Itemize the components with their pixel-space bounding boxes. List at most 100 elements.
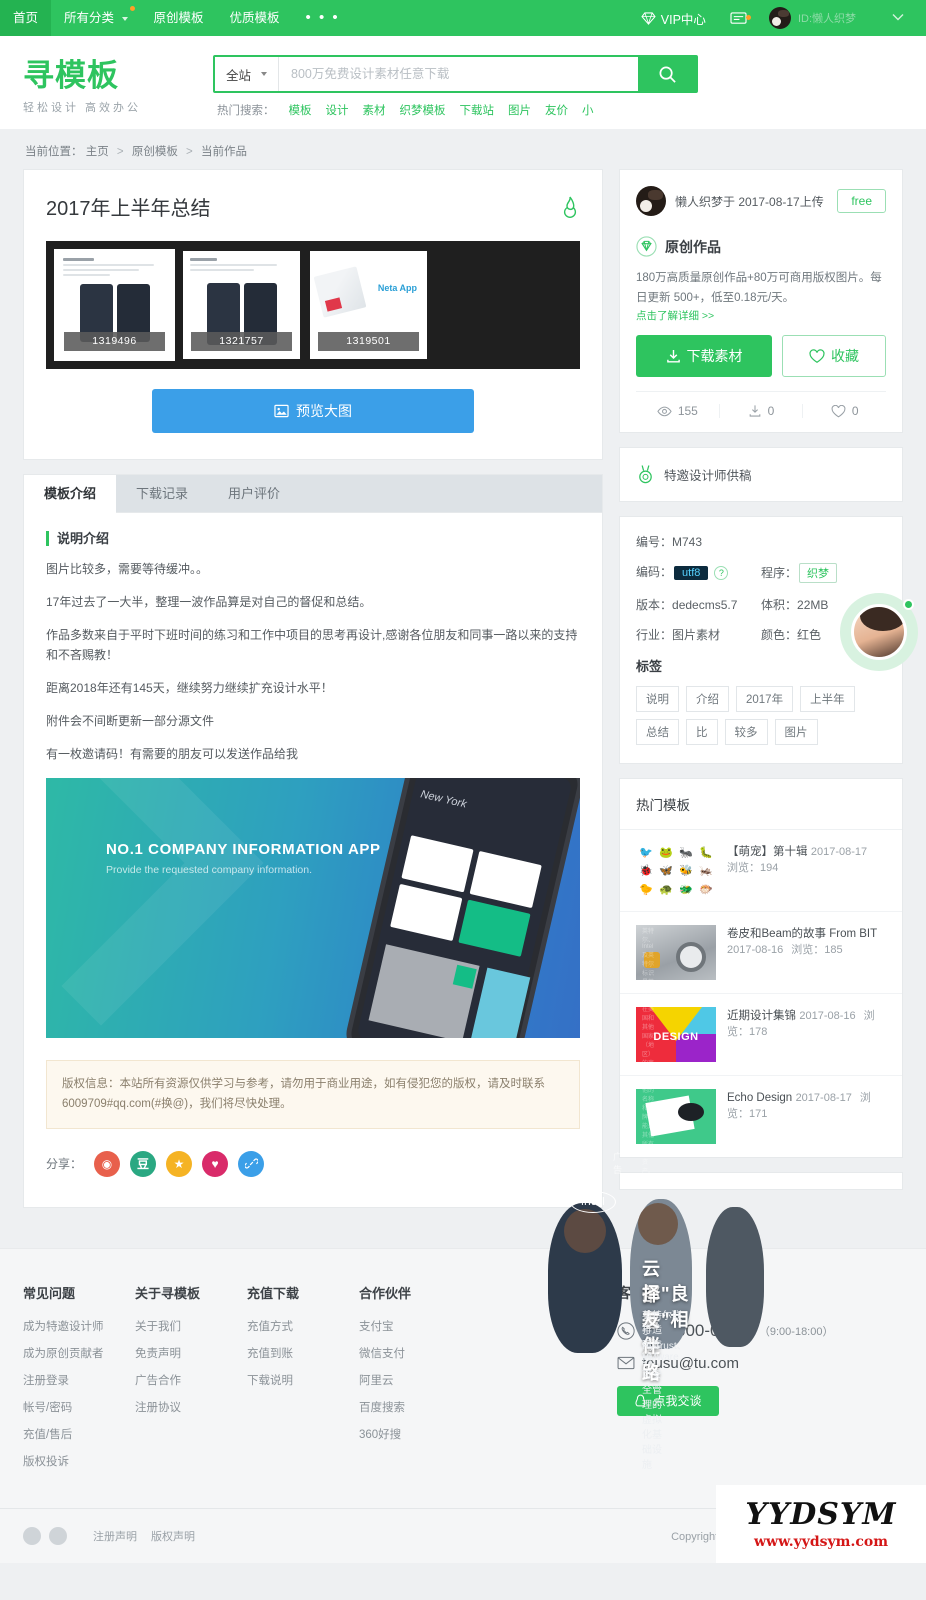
- learn-more-link[interactable]: 点击了解详细 >>: [636, 310, 714, 322]
- tab-template-intro[interactable]: 模板介绍: [24, 475, 117, 513]
- hot-template-item[interactable]: 🐦 🐸 🐜 🐛 🐞 🦋 🐝 🦗 🐤 🐢 🐲 🐡 【萌宠】第十辑 2017-08-17 浏览：194: [620, 830, 902, 913]
- tab-download-records-label: 下载记录: [136, 486, 189, 501]
- douban-glyph: 豆: [137, 1157, 150, 1172]
- uploader-avatar[interactable]: [636, 186, 666, 216]
- tag-item[interactable]: 总结: [636, 719, 679, 746]
- footer-link[interactable]: 360好搜: [359, 1426, 479, 1442]
- like-count-value: 0: [851, 404, 859, 419]
- thumbnail-id-label: 1319501: [318, 332, 419, 351]
- hot-template-item[interactable]: Echo Design 2017-08-17 浏览：171: [620, 1076, 902, 1157]
- help-icon[interactable]: ?: [714, 566, 729, 581]
- spec-cell-number: 编号：M743: [636, 533, 761, 550]
- nav-item-more[interactable]: • • •: [293, 0, 353, 36]
- breadcrumb-item-home[interactable]: 主页: [86, 146, 109, 158]
- thumbnail-item[interactable]: Neta App 1319501: [310, 251, 427, 359]
- hot-keyword-1[interactable]: 设计: [326, 102, 349, 118]
- search-input[interactable]: [279, 57, 638, 91]
- footer-link[interactable]: 注册登录: [23, 1372, 135, 1388]
- hot-flame-icon[interactable]: [560, 196, 580, 218]
- hot-templates-heading: 热门模板: [620, 779, 902, 831]
- download-button[interactable]: 下载素材: [636, 335, 772, 378]
- original-work-title: 原创作品: [665, 238, 721, 255]
- site-logo-text: 寻模板: [23, 58, 119, 94]
- phone-icon: [617, 1321, 635, 1340]
- detail-card: 模板介绍 下载记录 用户评价 说明介绍 图片比较多，需要等待缓冲。。 17年过去…: [23, 474, 603, 1208]
- footer-link[interactable]: 充值方式: [247, 1318, 359, 1334]
- weibo-icon[interactable]: [23, 1526, 41, 1545]
- hot-template-item[interactable]: 卷皮和Beam的故事 From BIT 2017-08-16 浏览：185: [620, 912, 902, 995]
- footer-column-title: 常见问题: [23, 1285, 76, 1301]
- tab-download-records[interactable]: 下载记录: [116, 475, 208, 513]
- tag-item[interactable]: 比: [686, 719, 718, 746]
- copyright-statement-link[interactable]: 版权声明: [151, 1528, 195, 1544]
- footer-link[interactable]: 广告合作: [135, 1372, 247, 1388]
- footer-link[interactable]: 成为原创贡献者: [23, 1345, 135, 1361]
- tag-item[interactable]: 2017年: [736, 686, 794, 713]
- footer-link[interactable]: 充值到账: [247, 1345, 359, 1361]
- favorite-button[interactable]: 收藏: [782, 335, 886, 378]
- footer-link[interactable]: 免责声明: [135, 1345, 247, 1361]
- chat-button[interactable]: 点我交谈: [617, 1385, 719, 1416]
- nav-item-original-templates[interactable]: 原创模板: [141, 0, 217, 36]
- breadcrumb-item-original[interactable]: 原创模板: [132, 146, 178, 158]
- qzone-share-icon[interactable]: ★: [166, 1150, 193, 1177]
- footer-link[interactable]: 支付宝: [359, 1318, 479, 1334]
- tag-item[interactable]: 图片: [774, 719, 818, 746]
- original-work-row: 原创作品: [636, 236, 886, 257]
- search-button[interactable]: [638, 57, 696, 91]
- messages-button[interactable]: [720, 11, 757, 26]
- thumbnail-item[interactable]: 1321757: [183, 251, 300, 359]
- tag-item[interactable]: 介绍: [686, 686, 729, 713]
- user-account-menu[interactable]: ID:懒人织梦: [759, 7, 862, 29]
- tag-item[interactable]: 上半年: [800, 686, 855, 713]
- hot-keyword-3[interactable]: 织梦模板: [400, 102, 446, 118]
- hot-keyword-6[interactable]: 友价: [545, 102, 568, 118]
- hot-keyword-5[interactable]: 图片: [508, 102, 531, 118]
- hot-keyword-2[interactable]: 素材: [363, 102, 386, 118]
- hot-search-row: 热门搜索： 模板 设计 素材 织梦模板 下载站 图片 友价 小: [213, 102, 698, 118]
- footer-link[interactable]: 帐号/密码: [23, 1399, 135, 1415]
- footer-link[interactable]: 阿里云: [359, 1372, 479, 1388]
- thumbnail-item[interactable]: 1319496: [54, 249, 175, 361]
- nav-item-quality-templates[interactable]: 优质模板: [217, 0, 293, 36]
- nav-item-home[interactable]: 首页: [0, 0, 52, 36]
- tab-user-reviews[interactable]: 用户评价: [208, 475, 300, 513]
- site-logo[interactable]: 寻模板 轻松设计 高效办公: [23, 50, 141, 115]
- banner-chevron-decoration: [46, 778, 264, 1026]
- tag-item[interactable]: 较多: [724, 719, 768, 746]
- douban-share-icon[interactable]: 豆: [130, 1150, 157, 1177]
- hot-template-date: 2017-08-16: [727, 944, 784, 957]
- footer-link[interactable]: 注册协议: [135, 1399, 247, 1415]
- customer-service-floating-avatar[interactable]: [840, 593, 918, 672]
- preview-large-image-button[interactable]: 预览大图: [152, 389, 474, 433]
- tag-item[interactable]: 说明: [636, 686, 679, 713]
- footer-link[interactable]: 充值/售后: [23, 1426, 135, 1442]
- footer-link[interactable]: 成为特邀设计师: [23, 1318, 135, 1334]
- footer-link[interactable]: 下载说明: [247, 1372, 359, 1388]
- download-icon: [666, 349, 681, 364]
- nav-item-quality-templates-label: 优质模板: [229, 11, 280, 25]
- spec-value-chip: utf8: [674, 566, 709, 581]
- footer-link[interactable]: 微信支付: [359, 1345, 479, 1361]
- user-menu-chevron[interactable]: [864, 12, 918, 24]
- register-statement-link[interactable]: 注册声明: [93, 1528, 137, 1544]
- footer-link[interactable]: 版权投诉: [23, 1453, 135, 1469]
- footer-link[interactable]: 关于我们: [135, 1318, 247, 1334]
- spec-row: 编号：M743: [636, 533, 886, 550]
- qq-share-icon[interactable]: ♥: [202, 1150, 229, 1177]
- wechat-icon[interactable]: [49, 1526, 67, 1545]
- description-paragraph: 作品多数来自于平时下班时间的练习和工作中项目的思考再设计,感谢各位朋友和同事一路…: [46, 628, 578, 662]
- breadcrumb-separator: >: [186, 146, 193, 158]
- footer-link[interactable]: 百度搜索: [359, 1399, 479, 1415]
- spec-value-chip: 织梦: [799, 563, 838, 584]
- hot-template-item[interactable]: DESIGN 近期设计集锦 2017-08-16 浏览：178: [620, 994, 902, 1077]
- vip-center-link[interactable]: VIP中心: [629, 9, 718, 28]
- online-status-dot-icon: [903, 599, 914, 611]
- nav-item-all-categories[interactable]: 所有分类: [51, 0, 141, 36]
- search-scope-select[interactable]: 全站: [215, 57, 280, 91]
- copy-link-share-icon[interactable]: [238, 1150, 265, 1177]
- hot-keyword-7[interactable]: 小: [582, 102, 594, 118]
- weibo-share-icon[interactable]: ◉: [94, 1150, 121, 1177]
- hot-keyword-4[interactable]: 下载站: [460, 102, 495, 118]
- hot-keyword-0[interactable]: 模板: [289, 102, 312, 118]
